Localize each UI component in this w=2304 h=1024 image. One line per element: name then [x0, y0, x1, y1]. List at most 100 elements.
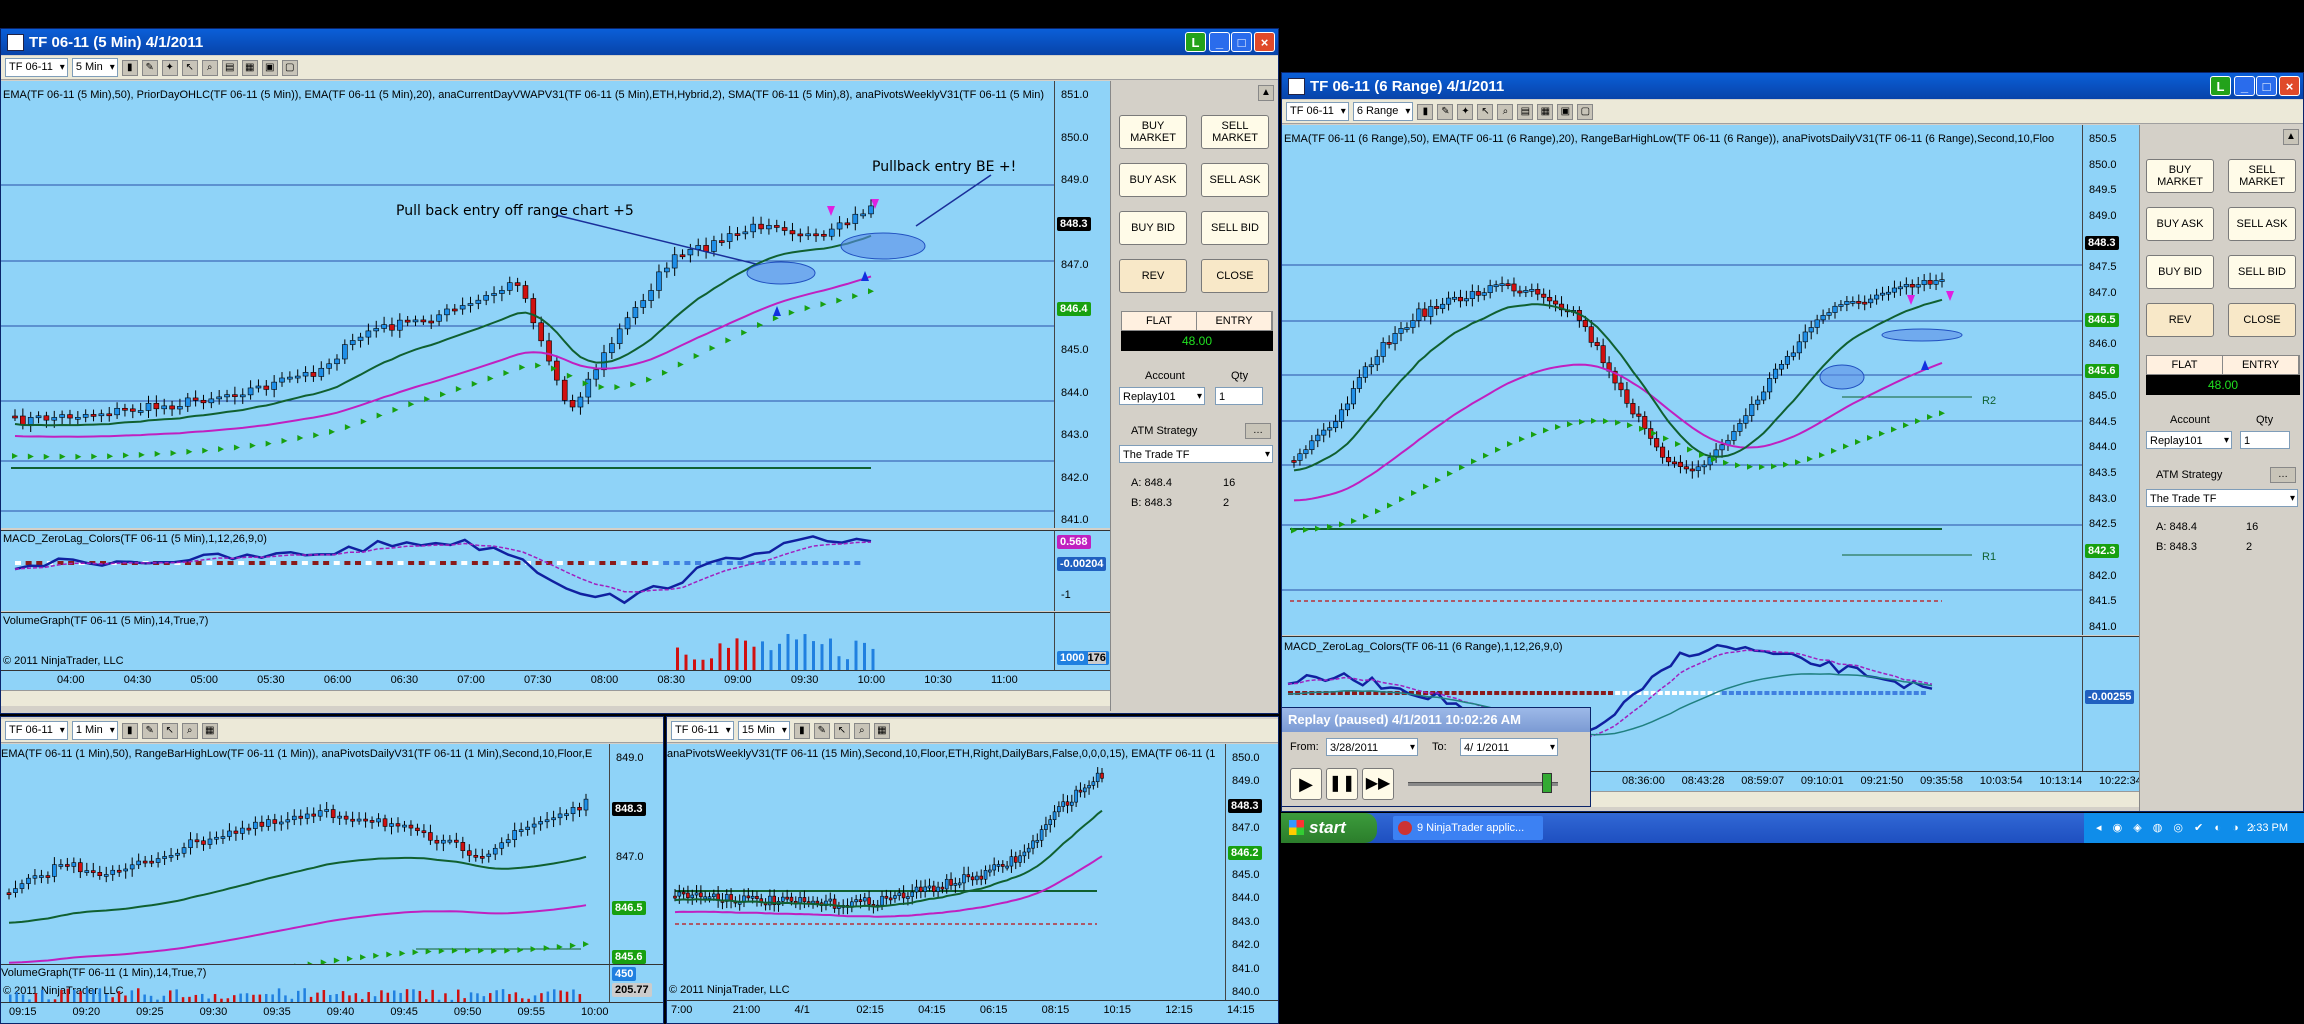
chart-trader-icon[interactable]: ▤ [221, 59, 238, 76]
bars-icon[interactable]: ▮ [121, 59, 138, 76]
sell-ask-button[interactable]: SELL ASK [2228, 207, 2296, 241]
indicators-icon[interactable]: ▦ [1537, 103, 1554, 120]
chart-trader-icon[interactable]: ▤ [1517, 103, 1534, 120]
taskbar-item-ninjatrader[interactable]: 9 NinjaTrader applic... [1393, 816, 1543, 840]
close-icon[interactable]: × [2279, 76, 2300, 96]
start-button[interactable]: start [1281, 813, 1377, 843]
pencil-icon[interactable]: ✎ [1437, 103, 1454, 120]
bars-icon[interactable]: ▮ [793, 722, 810, 739]
pencil-icon[interactable]: ✎ [141, 59, 158, 76]
buy-market-button[interactable]: BUY MARKET [1119, 115, 1187, 149]
buy-ask-button[interactable]: BUY ASK [1119, 163, 1187, 197]
instrument-select[interactable]: TF 06-11 [5, 721, 68, 740]
pencil-icon[interactable]: ✎ [813, 722, 830, 739]
cursor-icon[interactable]: ↖ [161, 722, 178, 739]
sell-market-button[interactable]: SELL MARKET [1201, 115, 1269, 149]
bars-icon[interactable]: ▮ [121, 722, 138, 739]
maximize-icon[interactable]: □ [1231, 32, 1252, 52]
sell-ask-button[interactable]: SELL ASK [1201, 163, 1269, 197]
sell-bid-button[interactable]: SELL BID [1201, 211, 1269, 245]
volume-panel[interactable]: VolumeGraph(TF 06-11 (1 Min),14,True,7) … [1, 964, 609, 1003]
play-button[interactable]: ▶ [1290, 768, 1322, 800]
minimize-icon[interactable]: _ [1209, 32, 1230, 52]
strategies-icon[interactable]: ▣ [1557, 103, 1574, 120]
buy-ask-button[interactable]: BUY ASK [2146, 207, 2214, 241]
interval-select[interactable]: 5 Min [71, 58, 118, 77]
window-titlebar[interactable]: TF 06-11 (5 Min) 4/1/2011 L _ □ × [1, 29, 1278, 55]
replay-title[interactable]: Replay (paused) 4/1/2011 10:02:26 AM [1282, 708, 1590, 732]
tray-icons[interactable]: ◂ ◉ ◈ ◍ ◎ ✔ ◐ ◑ ♪ [2096, 813, 2259, 843]
minimize-icon[interactable]: _ [2234, 76, 2255, 96]
atm-options-icon[interactable]: … [2270, 467, 2296, 483]
candle-body [1321, 429, 1327, 436]
sell-market-button[interactable]: SELL MARKET [2228, 159, 2296, 193]
instrument-select[interactable]: TF 06-11 [5, 58, 68, 77]
price-panel[interactable]: EMA(TF 06-11 (5 Min),50), PriorDayOHLC(T… [1, 81, 1054, 528]
bars-icon[interactable]: ▮ [1417, 103, 1434, 120]
zoom-icon[interactable]: ⌕ [181, 722, 198, 739]
macd-panel[interactable]: MACD_ZeroLag_Colors(TF 06-11 (5 Min),1,1… [1, 530, 1054, 611]
to-date-picker[interactable]: 4/ 1/2011 [1460, 738, 1558, 757]
macd-histogram-bar [1686, 691, 1692, 695]
link-button[interactable]: L [2210, 76, 2231, 96]
interval-select[interactable]: 6 Range [1352, 102, 1414, 121]
qty-input[interactable]: 1 [2240, 431, 2290, 449]
from-date-picker[interactable]: 3/28/2011 [1326, 738, 1418, 757]
price-panel[interactable]: anaPivotsWeeklyV31(TF 06-11 (15 Min),Sec… [667, 744, 1225, 1000]
atm-select[interactable]: The Trade TF [1119, 445, 1273, 464]
interval-select[interactable]: 15 Min [737, 721, 790, 740]
maximize-icon[interactable]: □ [2256, 76, 2277, 96]
candle-body [420, 319, 427, 323]
link-button[interactable]: L [1185, 32, 1206, 52]
qty-input[interactable]: 1 [1215, 387, 1263, 405]
pencil-icon[interactable]: ✎ [141, 722, 158, 739]
candle-body [797, 233, 804, 237]
price-panel[interactable]: EMA(TF 06-11 (6 Range),50), EMA(TF 06-11… [1282, 125, 2082, 635]
cursor-icon[interactable]: ↖ [181, 59, 198, 76]
reverse-button[interactable]: REV [1119, 259, 1187, 293]
horizontal-scrollbar[interactable] [1, 690, 1110, 706]
interval-select[interactable]: 1 Min [71, 721, 118, 740]
properties-icon[interactable]: ▢ [281, 59, 298, 76]
panel-collapse-icon[interactable]: ▲ [1258, 85, 1274, 101]
volume-panel[interactable]: VolumeGraph(TF 06-11 (5 Min),14,True,7) … [1, 612, 1054, 671]
slider-thumb[interactable] [1542, 773, 1552, 793]
candle-body [953, 883, 958, 886]
strategies-icon[interactable]: ▣ [261, 59, 278, 76]
instrument-select[interactable]: TF 06-11 [671, 721, 734, 740]
sell-bid-button[interactable]: SELL BID [2228, 255, 2296, 289]
close-icon[interactable]: × [1254, 32, 1275, 52]
zoom-icon[interactable]: ⌕ [1497, 103, 1514, 120]
replay-speed-slider[interactable] [1408, 773, 1558, 793]
account-select[interactable]: Replay101 [2146, 431, 2232, 450]
cursor-icon[interactable]: ↖ [1477, 103, 1494, 120]
draw-tool-icon[interactable]: ✦ [161, 59, 178, 76]
buy-market-button[interactable]: BUY MARKET [2146, 159, 2214, 193]
properties-icon[interactable]: ▢ [1577, 103, 1594, 120]
candle-body [750, 223, 757, 233]
close-position-button[interactable]: CLOSE [2228, 303, 2296, 337]
pause-button[interactable]: ❚❚ [1326, 768, 1358, 800]
indicators-icon[interactable]: ▦ [873, 722, 890, 739]
zoom-icon[interactable]: ⌕ [201, 59, 218, 76]
buy-bid-button[interactable]: BUY BID [1119, 211, 1187, 245]
panel-collapse-icon[interactable]: ▲ [2283, 129, 2299, 145]
close-position-button[interactable]: CLOSE [1201, 259, 1269, 293]
candle-body [304, 813, 310, 819]
reverse-button[interactable]: REV [2146, 303, 2214, 337]
fast-forward-button[interactable]: ▶▶ [1362, 768, 1394, 800]
atm-options-icon[interactable]: … [1245, 423, 1271, 439]
atm-select[interactable]: The Trade TF [2146, 489, 2298, 508]
candle-body [813, 233, 819, 237]
price-panel[interactable]: EMA(TF 06-11 (1 Min),50), RangeBarHighLo… [1, 744, 609, 964]
account-select[interactable]: Replay101 [1119, 387, 1205, 406]
instrument-select[interactable]: TF 06-11 [1286, 102, 1349, 121]
cursor-icon[interactable]: ↖ [833, 722, 850, 739]
zoom-icon[interactable]: ⌕ [853, 722, 870, 739]
indicators-icon[interactable]: ▦ [241, 59, 258, 76]
buy-bid-button[interactable]: BUY BID [2146, 255, 2214, 289]
indicators-icon[interactable]: ▦ [201, 722, 218, 739]
candle-body [854, 899, 858, 903]
draw-tool-icon[interactable]: ✦ [1457, 103, 1474, 120]
window-titlebar[interactable]: TF 06-11 (6 Range) 4/1/2011 L _ □ × [1282, 73, 2303, 99]
